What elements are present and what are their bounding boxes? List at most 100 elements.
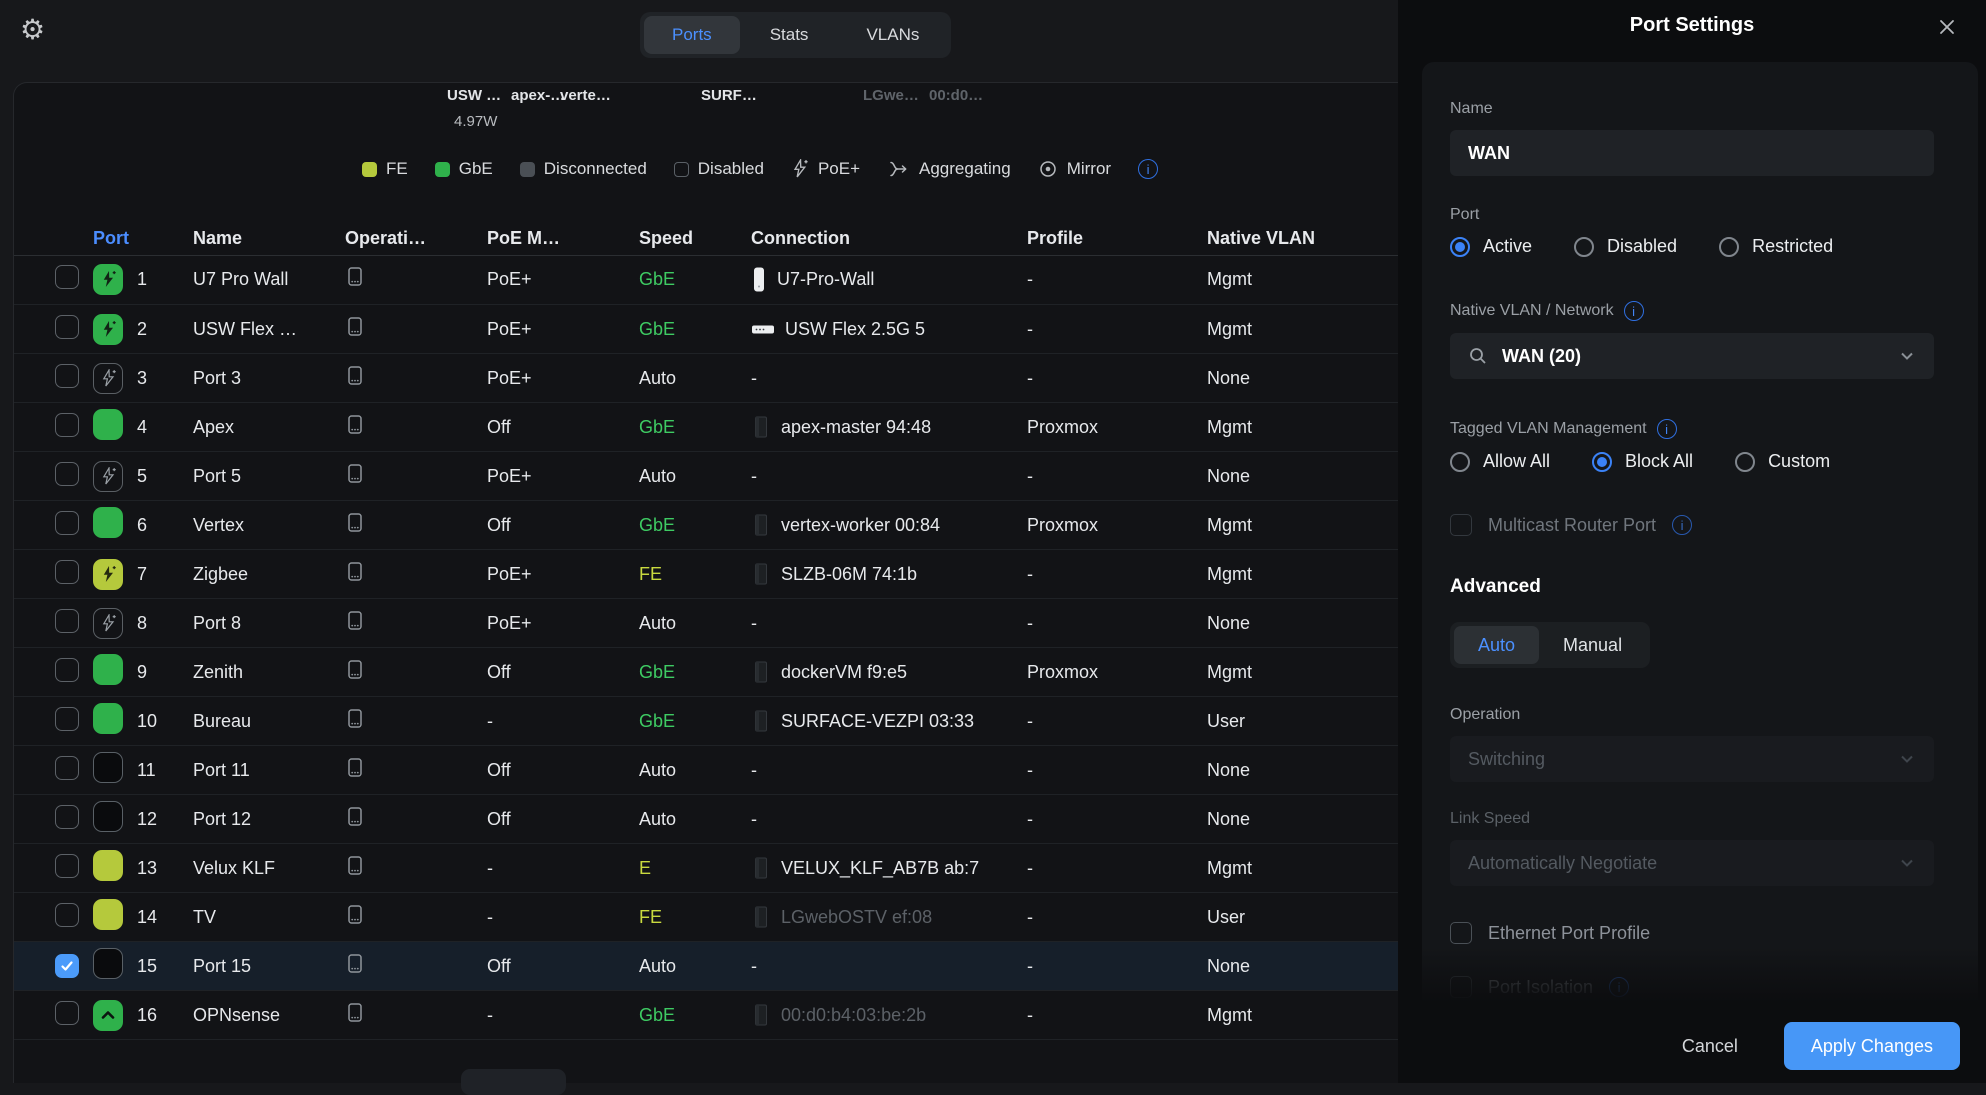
column-header-connection[interactable]: Connection [751, 228, 1027, 249]
port-status-icon [93, 801, 123, 832]
close-icon[interactable] [1936, 16, 1958, 43]
radio-restricted[interactable]: Restricted [1719, 236, 1833, 257]
table-row[interactable]: 16OPNsense-GbE00:d0:b4:03:be:2b-Mgmt [14, 990, 1398, 1039]
table-row[interactable]: 11Port 11OffAuto--None [14, 745, 1398, 794]
row-checkbox[interactable] [55, 954, 79, 978]
port-name: Velux KLF [193, 858, 345, 879]
gear-icon[interactable]: ⚙ [20, 16, 45, 44]
apply-changes-button[interactable]: Apply Changes [1784, 1022, 1960, 1070]
table-row[interactable]: 12Port 12OffAuto--None [14, 794, 1398, 843]
radio-icon [1719, 237, 1739, 257]
row-checkbox[interactable] [55, 903, 79, 927]
info-icon[interactable]: i [1672, 515, 1692, 535]
radio-block-all[interactable]: Block All [1592, 451, 1693, 472]
table-row[interactable]: 4ApexOffGbEapex-master 94:48ProxmoxMgmt [14, 402, 1398, 451]
poe-mode: - [487, 907, 639, 928]
row-checkbox[interactable] [55, 462, 79, 486]
tab-vlans[interactable]: VLANs [838, 16, 947, 54]
column-header-port[interactable]: Port [93, 228, 193, 249]
table-row[interactable]: 8Port 8PoE+Auto--None [14, 598, 1398, 647]
port-number: 6 [137, 515, 193, 536]
port-number: 11 [137, 760, 193, 781]
multicast-router-checkbox-row[interactable]: Multicast Router Port i [1450, 514, 1934, 536]
tab-ports[interactable]: Ports [644, 16, 740, 54]
table-row[interactable]: 13Velux KLF-EVELUX_KLF_AB7B ab:7-Mgmt [14, 843, 1398, 892]
table-row[interactable]: 9ZenithOffGbEdockerVM f9:e5ProxmoxMgmt [14, 647, 1398, 696]
connection: SURFACE-VEZPI 03:33 [751, 709, 1027, 734]
poe-mode: - [487, 858, 639, 879]
segment-manual[interactable]: Manual [1539, 626, 1646, 664]
row-checkbox[interactable] [55, 707, 79, 731]
device-label: 00:d0… [929, 87, 983, 104]
operation-icon [345, 364, 365, 388]
port-number: 16 [137, 1005, 193, 1026]
row-checkbox[interactable] [55, 609, 79, 633]
profile: - [1027, 907, 1207, 928]
row-checkbox[interactable] [55, 756, 79, 780]
table-row[interactable]: 10Bureau-GbESURFACE-VEZPI 03:33-User [14, 696, 1398, 745]
profile: - [1027, 1005, 1207, 1026]
operation-icon [345, 413, 365, 437]
operation-value: Switching [1468, 749, 1545, 770]
table-row[interactable]: 5Port 5PoE+Auto--None [14, 451, 1398, 500]
native-vlan: None [1207, 466, 1398, 487]
profile: Proxmox [1027, 662, 1207, 683]
radio-custom[interactable]: Custom [1735, 451, 1830, 472]
pagination-button-partial[interactable] [461, 1069, 566, 1095]
row-checkbox[interactable] [55, 315, 79, 339]
row-checkbox[interactable] [55, 658, 79, 682]
operation-icon [345, 903, 365, 927]
connection-name: - [751, 613, 757, 634]
table-row[interactable]: 15Port 15OffAuto--None [14, 941, 1398, 990]
table-row[interactable]: 2USW Flex …PoE+GbEUSW Flex 2.5G 5-Mgmt [14, 304, 1398, 353]
column-header-name[interactable]: Name [193, 228, 345, 249]
name-input[interactable]: WAN [1450, 130, 1934, 176]
column-header-speed[interactable]: Speed [639, 228, 751, 249]
port-name: Port 8 [193, 613, 345, 634]
row-checkbox[interactable] [55, 511, 79, 535]
column-header-operation[interactable]: Operati… [345, 228, 487, 249]
row-checkbox[interactable] [55, 560, 79, 584]
table-row[interactable]: 3Port 3PoE+Auto--None [14, 353, 1398, 402]
poe-mode: PoE+ [487, 319, 639, 340]
port-number: 12 [137, 809, 193, 830]
row-checkbox[interactable] [55, 413, 79, 437]
table-row[interactable]: 14TV-FELGwebOSTV ef:08-User [14, 892, 1398, 941]
row-checkbox[interactable] [55, 364, 79, 388]
connection-name: apex-master 94:48 [781, 417, 931, 438]
column-header-native-vlan[interactable]: Native VLAN [1207, 228, 1398, 249]
info-icon[interactable]: i [1138, 159, 1158, 179]
ports-table-body: 1U7 Pro WallPoE+GbEU7-Pro-Wall-Mgmt2USW … [14, 255, 1398, 1040]
connection-device-icon [751, 856, 771, 881]
radio-allow-all[interactable]: Allow All [1450, 451, 1550, 472]
native-vlan: Mgmt [1207, 319, 1398, 340]
native-vlan: Mgmt [1207, 417, 1398, 438]
info-icon[interactable]: i [1624, 301, 1644, 321]
tab-stats[interactable]: Stats [742, 16, 837, 54]
row-checkbox[interactable] [55, 265, 79, 289]
native-vlan-value: WAN (20) [1502, 346, 1581, 367]
mode-segmented-control: Auto Manual [1450, 622, 1650, 668]
row-checkbox[interactable] [55, 854, 79, 878]
native-vlan-select[interactable]: WAN (20) [1450, 333, 1934, 379]
legend-label: Aggregating [919, 159, 1011, 179]
operation-icon [345, 609, 365, 633]
speed: Auto [639, 760, 751, 781]
port-status-icon [93, 409, 123, 440]
row-checkbox[interactable] [55, 1001, 79, 1025]
device-label: verte… [560, 87, 611, 104]
legend-item: Disabled [674, 159, 764, 179]
info-icon[interactable]: i [1657, 419, 1677, 439]
cancel-button[interactable]: Cancel [1682, 1036, 1738, 1057]
ethernet-port-profile-checkbox-row[interactable]: Ethernet Port Profile [1450, 922, 1934, 944]
connection-name: - [751, 809, 757, 830]
row-checkbox[interactable] [55, 805, 79, 829]
table-row[interactable]: 1U7 Pro WallPoE+GbEU7-Pro-Wall-Mgmt [14, 255, 1398, 304]
column-header-poe-mode[interactable]: PoE M… [487, 228, 639, 249]
table-row[interactable]: 7ZigbeePoE+FESLZB-06M 74:1b-Mgmt [14, 549, 1398, 598]
column-header-profile[interactable]: Profile [1027, 228, 1207, 249]
segment-auto[interactable]: Auto [1454, 626, 1539, 664]
radio-disabled[interactable]: Disabled [1574, 236, 1677, 257]
radio-active[interactable]: Active [1450, 236, 1532, 257]
table-row[interactable]: 6VertexOffGbEvertex-worker 00:84ProxmoxM… [14, 500, 1398, 549]
